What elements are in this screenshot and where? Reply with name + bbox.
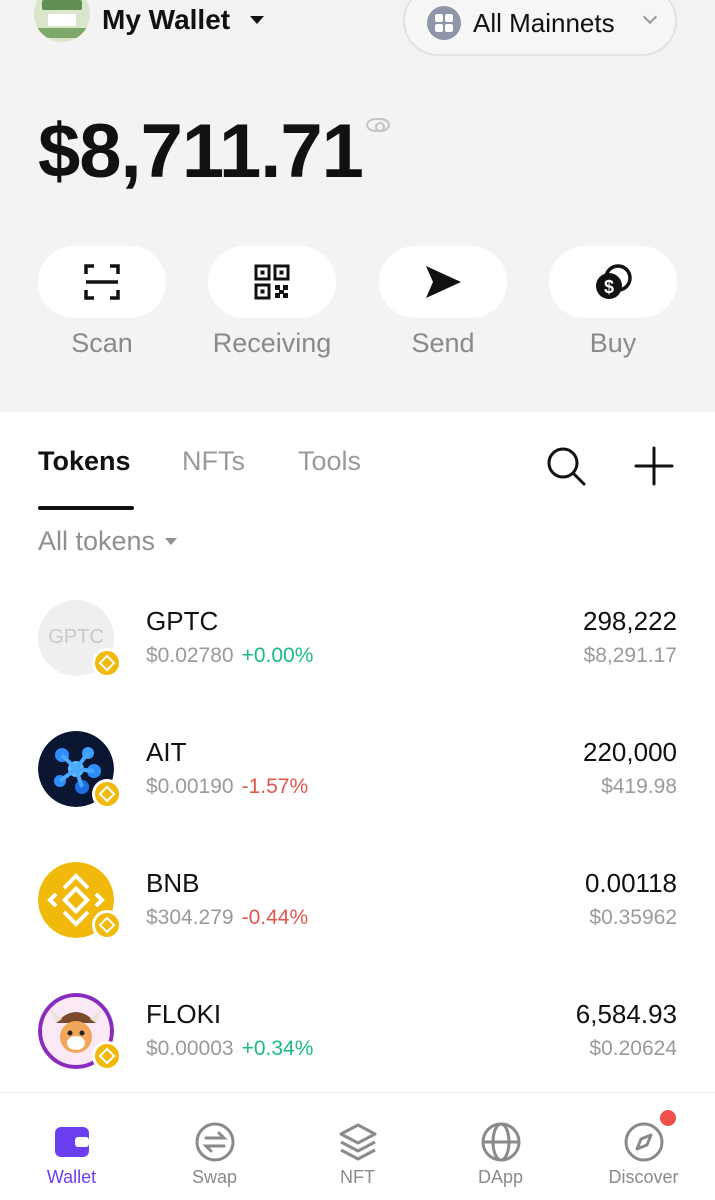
active-tab-indicator bbox=[38, 506, 134, 510]
compass-icon bbox=[624, 1122, 663, 1162]
token-amount: 220,000 bbox=[583, 737, 677, 767]
nav-swap[interactable]: Swap bbox=[143, 1093, 286, 1200]
tab-nfts[interactable]: NFTs bbox=[182, 446, 245, 477]
layers-icon bbox=[339, 1123, 376, 1161]
token-row[interactable]: AIT $0.00190 -1.57% 220,000 $419.98 bbox=[0, 727, 715, 847]
caret-down-icon bbox=[165, 538, 178, 545]
wallet-avatar[interactable] bbox=[34, 0, 90, 42]
token-value: $8,291.17 bbox=[583, 644, 677, 667]
token-price: $0.00003 bbox=[146, 1037, 234, 1060]
notification-dot bbox=[660, 1110, 676, 1126]
token-value: $0.35962 bbox=[589, 906, 677, 929]
token-symbol: FLOKI bbox=[146, 999, 222, 1029]
scan-action[interactable]: Scan bbox=[38, 246, 166, 376]
bnb-chain-badge-icon bbox=[92, 648, 122, 678]
coins-icon: $ bbox=[596, 264, 632, 299]
nav-discover[interactable]: Discover bbox=[572, 1093, 715, 1200]
nav-wallet[interactable]: Wallet bbox=[0, 1093, 143, 1200]
bnb-chain-badge-icon bbox=[92, 1041, 122, 1071]
token-change: -1.57% bbox=[241, 775, 309, 798]
bnb-chain-badge-icon bbox=[92, 779, 122, 809]
caret-down-icon[interactable] bbox=[250, 16, 264, 24]
bnb-chain-badge-icon bbox=[92, 910, 122, 940]
token-price-line: $0.02780 +0.00% bbox=[146, 644, 313, 668]
token-price: $304.279 bbox=[146, 906, 234, 929]
token-value: $419.98 bbox=[601, 775, 677, 798]
token-change: -0.44% bbox=[241, 906, 309, 929]
token-amount: 6,584.93 bbox=[575, 999, 677, 1029]
scan-icon bbox=[84, 264, 120, 300]
scan-label: Scan bbox=[71, 328, 133, 358]
nav-discover-label: Discover bbox=[608, 1167, 679, 1187]
gptc-logo-text: GPTC bbox=[48, 626, 104, 648]
token-price: $0.02780 bbox=[146, 644, 234, 667]
buy-action[interactable]: $ Buy bbox=[549, 246, 677, 376]
send-action[interactable]: Send bbox=[379, 246, 507, 376]
send-button[interactable] bbox=[379, 246, 507, 318]
token-row[interactable]: GPTC GPTC $0.02780 +0.00% 298,222 $8,291.… bbox=[0, 596, 715, 716]
token-price: $0.00190 bbox=[146, 775, 234, 798]
buy-label: Buy bbox=[589, 328, 637, 358]
token-price-line: $304.279 -0.44% bbox=[146, 906, 308, 930]
nav-swap-label: Swap bbox=[191, 1167, 238, 1187]
buy-button[interactable]: $ bbox=[549, 246, 677, 318]
network-label: All Mainnets bbox=[473, 8, 615, 38]
tab-tools[interactable]: Tools bbox=[298, 446, 361, 477]
token-symbol: AIT bbox=[146, 737, 187, 767]
token-value: $0.20624 bbox=[589, 1037, 677, 1060]
wallet-name[interactable]: My Wallet bbox=[102, 4, 230, 36]
nav-nft[interactable]: NFT bbox=[286, 1093, 429, 1200]
token-price-line: $0.00190 -1.57% bbox=[146, 775, 308, 799]
wallet-header-panel: My Wallet All Mainnets $8,711.71 Scan Re… bbox=[0, 0, 715, 412]
scan-button[interactable] bbox=[38, 246, 166, 318]
token-change: +0.00% bbox=[241, 644, 314, 667]
nav-wallet-label: Wallet bbox=[46, 1167, 97, 1187]
tab-tokens[interactable]: Tokens bbox=[38, 446, 131, 477]
token-row[interactable]: FLOKI $0.00003 +0.34% 6,584.93 $0.20624 bbox=[0, 989, 715, 1109]
token-change: +0.34% bbox=[241, 1037, 314, 1060]
total-balance: $8,711.71 bbox=[38, 109, 364, 194]
qr-code-icon bbox=[254, 264, 290, 300]
swap-icon bbox=[195, 1122, 234, 1162]
search-icon[interactable] bbox=[544, 444, 588, 488]
nav-dapp[interactable]: DApp bbox=[429, 1093, 572, 1200]
token-filter[interactable]: All tokens bbox=[38, 526, 178, 557]
token-amount: 298,222 bbox=[583, 606, 677, 636]
token-symbol: GPTC bbox=[146, 606, 219, 636]
token-price-line: $0.00003 +0.34% bbox=[146, 1037, 313, 1061]
token-filter-label: All tokens bbox=[38, 526, 156, 556]
token-amount: 0.00118 bbox=[584, 868, 677, 898]
network-selector[interactable]: All Mainnets bbox=[403, 0, 677, 56]
chevron-down-icon bbox=[642, 9, 658, 25]
action-bar: Scan Receiving Send $ Buy bbox=[0, 246, 715, 376]
asset-tabs: Tokens NFTs Tools bbox=[0, 420, 715, 520]
send-icon bbox=[426, 266, 461, 298]
grid-icon bbox=[427, 6, 461, 40]
nav-nft-label: NFT bbox=[340, 1167, 375, 1187]
token-symbol: BNB bbox=[146, 868, 200, 898]
wallet-icon bbox=[54, 1127, 89, 1157]
globe-icon bbox=[481, 1122, 520, 1162]
add-icon[interactable] bbox=[632, 444, 676, 488]
receive-label: Receiving bbox=[212, 328, 332, 358]
receive-action[interactable]: Receiving bbox=[208, 246, 336, 376]
bottom-nav: Wallet Swap NFT DApp Discover bbox=[0, 1092, 715, 1200]
eye-icon[interactable] bbox=[366, 118, 390, 132]
nav-dapp-label: DApp bbox=[477, 1167, 524, 1187]
receive-button[interactable] bbox=[208, 246, 336, 318]
send-label: Send bbox=[411, 328, 475, 358]
svg-text:$: $ bbox=[604, 277, 614, 297]
token-row[interactable]: BNB $304.279 -0.44% 0.00118 $0.35962 bbox=[0, 858, 715, 978]
